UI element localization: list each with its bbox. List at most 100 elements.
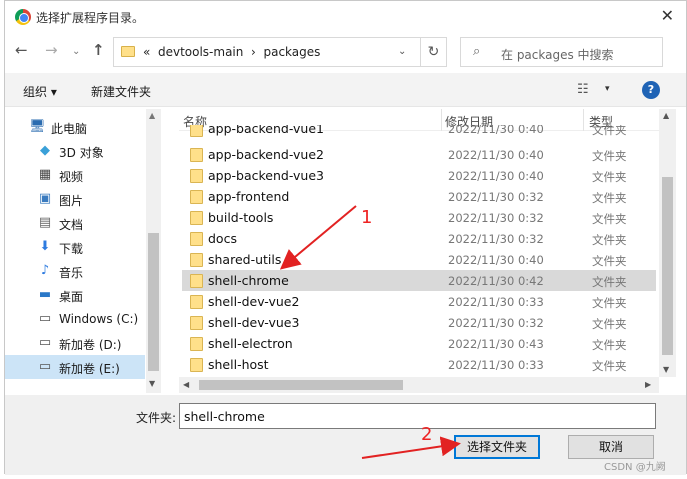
navigation-pane: 🖥 此电脑 ◆ 3D 对象 ▦ 视频 ▣ 图片 ▤ 文档 ⬇ 下载 ♪ 音乐 ▬ xyxy=(5,109,161,393)
sidebar-item-music[interactable]: ♪ 音乐 xyxy=(5,259,145,283)
file-date: 2022/11/30 0:40 xyxy=(448,148,544,162)
list-item[interactable]: app-backend-vue3 2022/11/30 0:40 文件夹 xyxy=(182,165,656,186)
file-date: 2022/11/30 0:40 xyxy=(448,169,544,183)
sort-caret-icon: ^ xyxy=(303,109,311,113)
sidebar-scrollbar-thumb[interactable] xyxy=(148,233,159,371)
vertical-scrollbar-thumb[interactable] xyxy=(662,177,673,355)
breadcrumb-overflow[interactable]: « xyxy=(143,45,150,59)
help-icon[interactable]: ? xyxy=(642,81,660,99)
list-item[interactable]: build-tools 2022/11/30 0:32 文件夹 xyxy=(182,207,656,228)
sidebar-item-desktop[interactable]: ▬ 桌面 xyxy=(5,283,145,307)
folder-icon xyxy=(190,169,203,183)
breadcrumb[interactable]: « devtools-main › packages xyxy=(143,45,320,59)
close-icon[interactable]: ✕ xyxy=(661,6,674,25)
list-item[interactable]: shell-host 2022/11/30 0:33 文件夹 xyxy=(182,354,656,375)
scroll-up-arrow-icon[interactable]: ▲ xyxy=(149,111,155,120)
forward-arrow-icon[interactable]: → xyxy=(45,41,58,59)
annotation-marker-2: 2 xyxy=(421,424,433,445)
desktop-icon: ▬ xyxy=(38,287,52,302)
list-item[interactable]: shell-dev-vue2 2022/11/30 0:33 文件夹 xyxy=(182,291,656,312)
back-arrow-icon[interactable]: ← xyxy=(15,41,28,59)
window-title: 选择扩展程序目录。 xyxy=(36,11,145,25)
horizontal-scrollbar-thumb[interactable] xyxy=(199,380,403,390)
breadcrumb-packages[interactable]: packages xyxy=(263,45,320,59)
sidebar-item-downloads[interactable]: ⬇ 下载 xyxy=(5,235,145,259)
sidebar-item-documents[interactable]: ▤ 文档 xyxy=(5,211,145,235)
file-type: 文件夹 xyxy=(592,296,627,310)
file-date: 2022/11/30 0:43 xyxy=(448,337,544,351)
watermark: CSDN @九阙 xyxy=(604,462,666,473)
file-list-vertical-scrollbar[interactable] xyxy=(659,109,676,377)
new-folder-button[interactable]: 新建文件夹 xyxy=(91,83,151,100)
file-date: 2022/11/30 0:40 xyxy=(448,125,544,136)
file-type: 文件夹 xyxy=(592,254,627,268)
search-box[interactable]: ⌕ 在 packages 中搜索 xyxy=(460,37,663,67)
organize-menu[interactable]: 组织 ▾ xyxy=(23,83,57,100)
scroll-left-arrow-icon[interactable]: ◀ xyxy=(183,380,189,389)
file-name: shell-host xyxy=(208,357,269,372)
sidebar-item-videos[interactable]: ▦ 视频 xyxy=(5,163,145,187)
sidebar-item-label: 3D 对象 xyxy=(59,146,104,160)
file-type: 文件夹 xyxy=(592,317,627,331)
file-date: 2022/11/30 0:32 xyxy=(448,190,544,204)
file-type: 文件夹 xyxy=(592,338,627,352)
file-type: 文件夹 xyxy=(592,125,627,137)
recent-locations-dropdown-icon[interactable]: ⌄ xyxy=(72,46,80,57)
file-type: 文件夹 xyxy=(592,170,627,184)
address-dropdown-icon[interactable]: ⌄ xyxy=(398,46,406,57)
document-icon: ▤ xyxy=(38,215,52,230)
sidebar-item-pictures[interactable]: ▣ 图片 xyxy=(5,187,145,211)
view-options-icon[interactable]: ☷ xyxy=(577,82,589,97)
folder-icon xyxy=(190,295,203,309)
list-item[interactable]: app-backend-vue1 2022/11/30 0:40 文件夹 xyxy=(182,125,656,139)
file-date: 2022/11/30 0:32 xyxy=(448,211,544,225)
scroll-down-arrow-icon[interactable]: ▼ xyxy=(149,379,155,388)
scroll-down-arrow-icon[interactable]: ▼ xyxy=(663,365,669,374)
view-dropdown-icon[interactable]: ▾ xyxy=(605,84,610,94)
sidebar-item-3d-objects[interactable]: ◆ 3D 对象 xyxy=(5,139,145,163)
sidebar-item-drive-e[interactable]: ▭ 新加卷 (E:) xyxy=(5,355,145,379)
file-date: 2022/11/30 0:42 xyxy=(448,274,544,288)
breadcrumb-devtools-main[interactable]: devtools-main xyxy=(158,45,243,59)
scroll-up-arrow-icon[interactable]: ▲ xyxy=(663,111,669,120)
sidebar-item-drive-c[interactable]: ▭ Windows (C:) xyxy=(5,307,145,331)
file-list-horizontal-scrollbar[interactable]: ◀ ▶ xyxy=(179,377,659,393)
list-item[interactable]: docs 2022/11/30 0:32 文件夹 xyxy=(182,228,656,249)
select-folder-button[interactable]: 选择文件夹 xyxy=(454,435,540,459)
list-item[interactable]: app-frontend 2022/11/30 0:32 文件夹 xyxy=(182,186,656,207)
file-name: docs xyxy=(208,231,237,246)
file-name: app-frontend xyxy=(208,189,290,204)
list-item[interactable]: app-backend-vue2 2022/11/30 0:40 文件夹 xyxy=(182,144,656,165)
drive-icon: ▭ xyxy=(38,359,52,374)
list-item[interactable]: shared-utils 2022/11/30 0:40 文件夹 xyxy=(182,249,656,270)
folder-icon xyxy=(190,274,203,288)
list-item-selected[interactable]: shell-chrome 2022/11/30 0:42 文件夹 xyxy=(182,270,656,291)
sidebar-item-drive-d[interactable]: ▭ 新加卷 (D:) xyxy=(5,331,145,355)
folder-icon xyxy=(190,148,203,162)
folder-picker-dialog: 选择扩展程序目录。 ✕ ← → ⌄ ↑ « devtools-main › pa… xyxy=(4,0,687,475)
cancel-button[interactable]: 取消 xyxy=(568,435,654,459)
sidebar-scrollbar[interactable] xyxy=(146,109,161,393)
file-type: 文件夹 xyxy=(592,359,627,373)
folder-name-field[interactable] xyxy=(179,403,656,429)
list-item[interactable]: shell-dev-vue3 2022/11/30 0:32 文件夹 xyxy=(182,312,656,333)
folder-icon xyxy=(190,211,203,225)
up-arrow-icon[interactable]: ↑ xyxy=(92,41,105,59)
folder-icon xyxy=(190,337,203,351)
list-item[interactable]: shell-electron 2022/11/30 0:43 文件夹 xyxy=(182,333,656,354)
file-date: 2022/11/30 0:32 xyxy=(448,316,544,330)
scroll-right-arrow-icon[interactable]: ▶ xyxy=(645,380,651,389)
file-date: 2022/11/30 0:40 xyxy=(448,253,544,267)
cube-icon: ◆ xyxy=(40,143,50,158)
sidebar-item-label: 文档 xyxy=(59,218,84,232)
refresh-button[interactable]: ↻ xyxy=(421,37,447,67)
drive-icon: ▭ xyxy=(38,335,52,350)
sidebar-item-this-pc[interactable]: 🖥 此电脑 xyxy=(5,115,145,139)
folder-icon xyxy=(190,253,203,267)
address-bar[interactable]: « devtools-main › packages ⌄ xyxy=(113,37,421,67)
sidebar-item-label: 视频 xyxy=(59,170,84,184)
drive-icon: ▭ xyxy=(38,311,52,326)
sidebar-item-label: 新加卷 (E:) xyxy=(59,362,120,376)
file-name: app-backend-vue1 xyxy=(208,125,324,136)
video-icon: ▦ xyxy=(38,167,52,182)
